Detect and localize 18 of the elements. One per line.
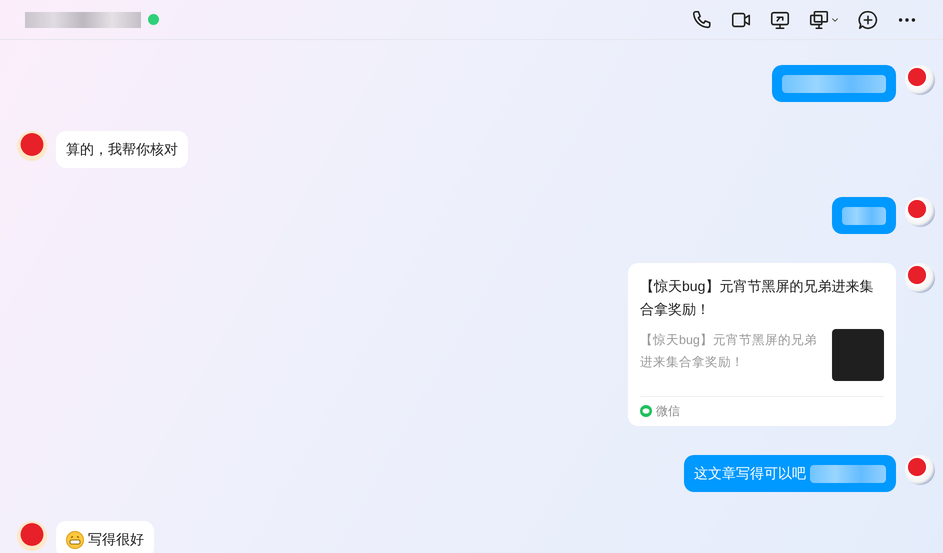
phone-icon[interactable] [691, 8, 713, 30]
thumbnail-placeholder [832, 329, 884, 381]
link-card[interactable]: 【惊天bug】元宵节黑屏的兄弟进来集合拿奖励！ 【惊天bug】元宵节黑屏的兄弟进来集合拿奖励！ 微信 [628, 263, 896, 426]
message-text: 写得很好 [88, 530, 144, 549]
avatar[interactable] [905, 455, 935, 485]
card-summary: 【惊天bug】元宵节黑屏的兄弟进来集合拿奖励！ [640, 332, 818, 371]
card-source: 微信 [656, 403, 680, 420]
card-title: 【惊天bug】元宵节黑屏的兄弟进来集合拿奖励！ [640, 277, 874, 319]
avatar[interactable] [17, 521, 47, 551]
message-text: 这文章写得可以吧 [694, 464, 806, 483]
monitor-icon[interactable] [808, 8, 830, 30]
avatar[interactable] [905, 263, 935, 293]
avatar[interactable] [17, 131, 47, 161]
avatar[interactable] [905, 65, 935, 95]
avatar[interactable] [905, 197, 935, 227]
grinning-face-icon [66, 530, 84, 548]
message-text: 算的，我帮你核对 [66, 140, 178, 159]
add-chat-icon[interactable] [857, 8, 879, 30]
